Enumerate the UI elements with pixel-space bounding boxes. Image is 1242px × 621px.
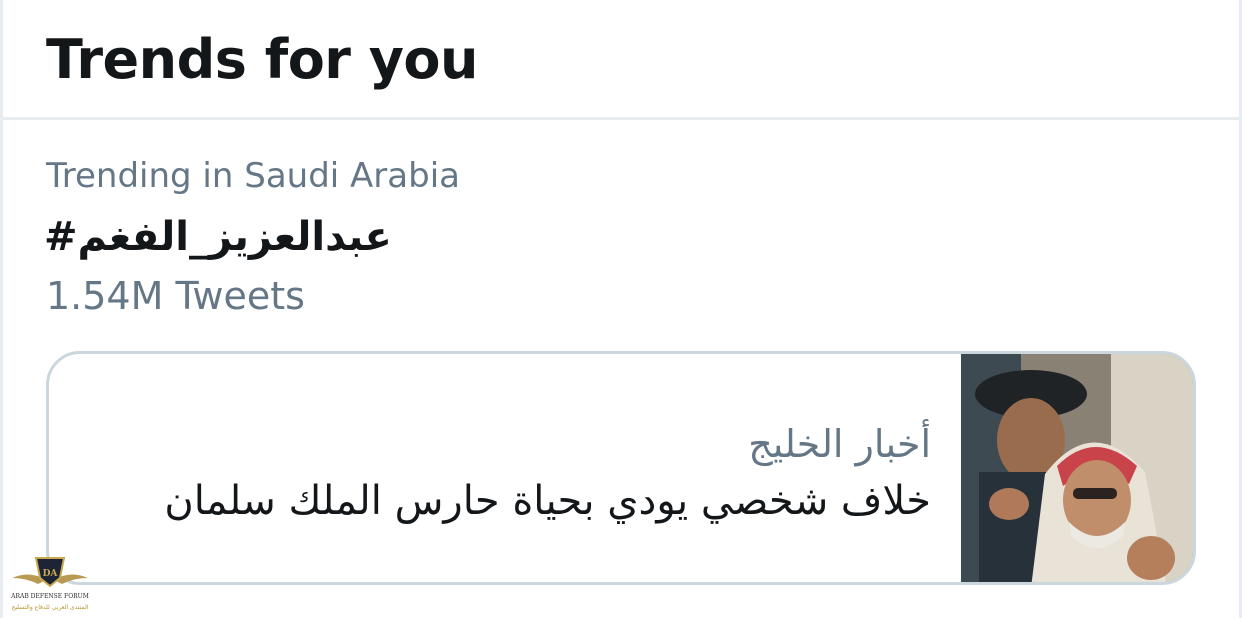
news-image [961,354,1193,582]
news-card[interactable]: أخبار الخليج خلاف شخصي يودي بحياة حارس ا… [46,351,1196,585]
news-source: أخبار الخليج [748,422,931,466]
trends-header: Trends for you [0,0,1242,120]
trend-hashtag[interactable]: #عبدالعزيز_الفغم [44,214,392,260]
news-headline: خلاف شخصي يودي بحياة حارس الملك سلمان [164,478,931,524]
svg-text:ARAB DEFENSE FORUM: ARAB DEFENSE FORUM [10,593,89,600]
page-title: Trends for you [46,28,478,91]
svg-text:DA: DA [43,569,59,579]
svg-text:المنتدى العربي للدفاع والتسليح: المنتدى العربي للدفاع والتسليح [12,604,89,611]
trend-tweet-count: 1.54M Tweets [46,274,305,318]
arab-defense-forum-logo: DA ARAB DEFENSE FORUM المنتدى العربي للد… [8,550,92,616]
trend-location: Trending in Saudi Arabia [46,156,460,196]
news-card-text: أخبار الخليج خلاف شخصي يودي بحياة حارس ا… [164,418,931,532]
